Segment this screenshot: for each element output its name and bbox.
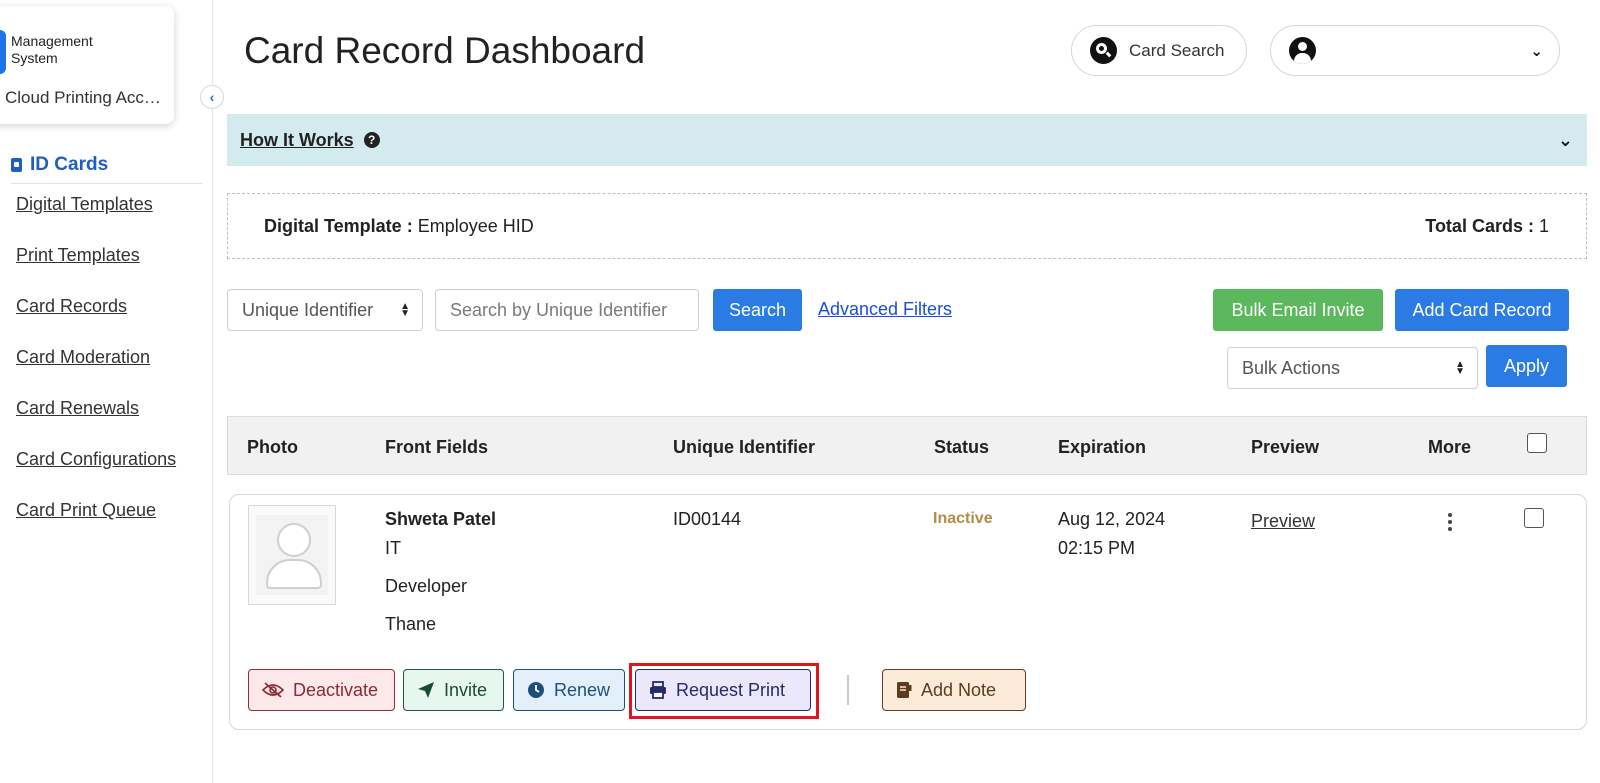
total-cards-value: 1 — [1538, 215, 1549, 236]
digital-template-label: Digital Template : — [264, 215, 413, 236]
action-divider — [847, 675, 849, 705]
page-title: Card Record Dashboard — [244, 30, 646, 71]
note-icon — [897, 682, 912, 698]
select-all-checkbox[interactable] — [1527, 433, 1547, 453]
preview-link[interactable]: Preview — [1251, 511, 1315, 532]
advanced-filters-link[interactable]: Advanced Filters — [818, 299, 952, 320]
sidebar-nav: Digital Templates Print Templates Card R… — [16, 193, 176, 550]
template-info-box: Digital Template : Employee HID Total Ca… — [227, 193, 1587, 259]
table-row: Shweta Patel IT Developer Thane ID00144 … — [229, 494, 1587, 730]
bulk-email-invite-button[interactable]: Bulk Email Invite — [1213, 289, 1383, 331]
bulk-actions-value: Bulk Actions — [1242, 357, 1341, 378]
status-badge: Inactive — [933, 510, 993, 527]
apply-button[interactable]: Apply — [1486, 345, 1567, 387]
column-header-photo: Photo — [247, 437, 298, 457]
record-department: IT — [385, 538, 401, 558]
record-location: Thane — [385, 614, 437, 634]
help-icon: ? — [363, 132, 380, 148]
id-card-icon — [11, 157, 22, 172]
select-arrows-icon: ▲ ▼ — [1455, 359, 1465, 377]
sidebar-item-print-templates[interactable]: Print Templates — [16, 244, 176, 295]
search-icon — [1090, 37, 1117, 64]
paper-plane-icon — [418, 682, 434, 698]
identifier-select-value: Unique Identifier — [242, 299, 374, 320]
sidebar-item-card-records[interactable]: Card Records — [16, 295, 176, 346]
bulk-actions-select[interactable]: Bulk Actions ▲ ▼ — [1227, 347, 1478, 389]
digital-template-value: Employee HID — [417, 215, 534, 236]
brand-card[interactable]: Management System Cloud Printing Account — [0, 6, 174, 124]
invite-label: Invite — [444, 679, 488, 700]
record-expiration-date: Aug 12, 2024 — [1058, 509, 1166, 529]
sidebar-item-digital-templates[interactable]: Digital Templates — [16, 193, 176, 244]
column-header-preview: Preview — [1251, 437, 1320, 457]
card-search-label: Card Search — [1129, 40, 1225, 60]
how-it-works-panel[interactable]: How It Works ? ⌄ — [227, 114, 1587, 166]
renew-label: Renew — [554, 679, 611, 700]
how-it-works-toggle[interactable]: How It Works ? — [240, 130, 380, 151]
add-note-label: Add Note — [921, 679, 997, 700]
total-cards-label: Total Cards : — [1425, 215, 1534, 236]
clock-icon — [528, 682, 544, 698]
sidebar-section-label: ID Cards — [30, 153, 109, 175]
how-it-works-label: How It Works — [240, 129, 354, 150]
sidebar-item-card-configurations[interactable]: Card Configurations — [16, 448, 176, 499]
collapse-sidebar-button[interactable]: ‹ — [200, 85, 224, 109]
sidebar-item-card-moderation[interactable]: Card Moderation — [16, 346, 176, 397]
row-checkbox[interactable] — [1524, 508, 1544, 528]
user-menu-dropdown[interactable]: ⌄ — [1270, 25, 1560, 76]
total-cards-info: Total Cards : 1 — [1425, 216, 1549, 237]
sidebar-section-id-cards[interactable]: ID Cards — [11, 146, 203, 184]
photo-placeholder — [248, 505, 336, 605]
sidebar-item-card-renewals[interactable]: Card Renewals — [16, 397, 176, 448]
digital-template-info: Digital Template : Employee HID — [264, 216, 534, 237]
record-role: Developer — [385, 576, 468, 596]
brand-name-line2: System — [11, 50, 58, 66]
search-button[interactable]: Search — [713, 289, 802, 331]
renew-button[interactable]: Renew — [513, 669, 625, 711]
column-header-more: More — [1428, 437, 1472, 457]
identifier-select[interactable]: Unique Identifier ▲ ▼ — [227, 289, 423, 331]
chevron-down-icon[interactable]: ⌄ — [1558, 130, 1573, 151]
add-note-button[interactable]: Add Note — [882, 669, 1026, 711]
more-options-icon[interactable] — [1447, 513, 1453, 531]
sidebar-item-card-print-queue[interactable]: Card Print Queue — [16, 499, 176, 550]
user-placeholder-icon — [256, 515, 328, 595]
add-card-record-button[interactable]: Add Card Record — [1395, 289, 1569, 331]
invite-button[interactable]: Invite — [403, 669, 504, 711]
column-header-unique-identifier: Unique Identifier — [673, 437, 816, 457]
column-header-status: Status — [934, 437, 990, 457]
organization-name: Cloud Printing Account — [5, 88, 165, 107]
column-header-expiration: Expiration — [1058, 437, 1147, 457]
table-header: Photo Front Fields Unique Identifier Sta… — [227, 416, 1587, 475]
user-avatar-icon — [1289, 37, 1316, 64]
card-search-button[interactable]: Card Search — [1071, 25, 1247, 76]
record-name: Shweta Patel — [385, 509, 497, 529]
deactivate-button[interactable]: Deactivate — [248, 669, 395, 711]
record-unique-identifier: ID00144 — [673, 509, 742, 529]
chevron-down-icon: ⌄ — [1530, 42, 1543, 60]
highlight-box — [629, 663, 819, 719]
column-header-front-fields: Front Fields — [385, 437, 488, 457]
sidebar: Management System Cloud Printing Account… — [0, 0, 224, 783]
record-expiration-time: 02:15 PM — [1058, 538, 1136, 558]
brand-logo — [0, 30, 6, 74]
chevron-left-icon: ‹ — [209, 89, 215, 105]
search-input[interactable] — [435, 289, 699, 331]
deactivate-label: Deactivate — [293, 679, 379, 700]
select-arrows-icon: ▲ ▼ — [400, 301, 410, 319]
eye-slash-icon — [262, 682, 284, 698]
